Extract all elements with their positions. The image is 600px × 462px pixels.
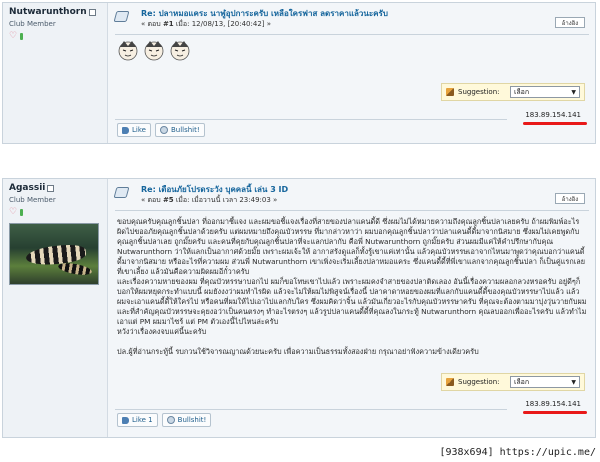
post-number[interactable]: #1 bbox=[163, 20, 174, 28]
emoticon-face-icon bbox=[118, 41, 138, 61]
username[interactable]: Agassii bbox=[9, 183, 101, 193]
post-1: Nutwarunthorn Club Member ♡ Re: ปลาหมอแค… bbox=[2, 2, 596, 144]
heart-icon: ♡ bbox=[9, 31, 18, 41]
ip-address: 183.89.154.141 bbox=[525, 400, 581, 408]
post-content: Re: ปลาหมอแคระ นาฬูอุปการะครับ เหลือใครฟ… bbox=[109, 3, 595, 143]
emoticon-row bbox=[117, 39, 191, 61]
post-date: เมื่อวานนี้ เวลา 23:49:03 bbox=[191, 196, 271, 204]
chevron-down-icon: ▼ bbox=[571, 88, 576, 96]
divider bbox=[115, 34, 589, 35]
chevron-down-icon: ▼ bbox=[571, 378, 576, 386]
divider bbox=[115, 210, 589, 211]
online-status-icon bbox=[47, 184, 55, 192]
bullshit-button[interactable]: Bullshit! bbox=[154, 123, 205, 137]
ip-underline bbox=[523, 122, 587, 125]
post-number[interactable]: #5 bbox=[163, 196, 174, 204]
divider bbox=[115, 119, 507, 120]
pencil-icon bbox=[446, 378, 454, 386]
avatar[interactable] bbox=[9, 223, 99, 285]
like-button[interactable]: Like 1 bbox=[117, 413, 158, 427]
thumbs-up-icon bbox=[122, 416, 129, 424]
emoticon-face-icon bbox=[170, 41, 190, 61]
user-icons: ♡ bbox=[9, 32, 101, 41]
user-title: Club Member bbox=[9, 20, 56, 28]
bullshit-icon bbox=[166, 416, 175, 424]
post-actions: Like Bullshit! bbox=[117, 123, 205, 137]
reputation-icon bbox=[20, 33, 24, 40]
pencil-icon bbox=[446, 88, 454, 96]
image-footer: [938x694] https://upic.me/ bbox=[439, 446, 596, 458]
post-meta: « ตอบ #1 เมื่อ: 12/08/13, [20:40:42] » bbox=[141, 20, 272, 28]
user-icons: ♡ bbox=[9, 208, 101, 217]
post-icon bbox=[113, 187, 130, 198]
reputation-icon bbox=[20, 209, 24, 216]
post-header: Re: เตือนภัยโปรดระวัง บุคคลนี้ เล่น 3 ID… bbox=[113, 183, 589, 209]
post-2: Agassii Club Member ♡ Re: เตือนภัยโปรดระ… bbox=[2, 178, 596, 438]
post-body: ขอบคุณครับคุณลูกชิ้นปลา ที่ออกมาชี้แจง แ… bbox=[117, 217, 587, 356]
fish-image bbox=[57, 261, 93, 277]
bullshit-icon bbox=[159, 126, 168, 134]
post-header: Re: ปลาหมอแคระ นาฬูอุปการะครับ เหลือใครฟ… bbox=[113, 7, 589, 33]
ip-address: 183.89.154.141 bbox=[525, 111, 581, 119]
suggestion-box: Suggestion: เลือก ▼ bbox=[441, 83, 585, 101]
suggestion-box: Suggestion: เลือก ▼ bbox=[441, 373, 585, 391]
quote-button[interactable]: อ้างอิง bbox=[555, 193, 585, 204]
suggestion-select[interactable]: เลือก ▼ bbox=[510, 86, 580, 98]
post-content: Re: เตือนภัยโปรดระวัง บุคคลนี้ เล่น 3 ID… bbox=[109, 179, 595, 437]
username[interactable]: Nutwarunthorn bbox=[9, 7, 101, 17]
bullshit-button[interactable]: Bullshit! bbox=[161, 413, 212, 427]
quote-button[interactable]: อ้างอิง bbox=[555, 17, 585, 28]
online-status-icon bbox=[88, 8, 96, 16]
post-meta: « ตอบ #5 เมื่อ: เมื่อวานนี้ เวลา 23:49:0… bbox=[141, 196, 278, 204]
user-pane: Nutwarunthorn Club Member ♡ bbox=[3, 3, 108, 143]
ip-underline bbox=[523, 411, 587, 414]
heart-icon: ♡ bbox=[9, 207, 18, 217]
emoticon-face-icon bbox=[144, 41, 164, 61]
divider bbox=[115, 409, 507, 410]
user-title: Club Member bbox=[9, 196, 56, 204]
suggestion-label: Suggestion: bbox=[458, 88, 500, 96]
user-pane: Agassii Club Member ♡ bbox=[3, 179, 108, 437]
post-actions: Like 1 Bullshit! bbox=[117, 413, 212, 427]
suggestion-label: Suggestion: bbox=[458, 378, 500, 386]
like-button[interactable]: Like bbox=[117, 123, 151, 137]
post-date: 12/08/13, [20:40:42] bbox=[191, 20, 265, 28]
post-icon bbox=[113, 11, 130, 22]
thumbs-up-icon bbox=[122, 126, 129, 134]
suggestion-select[interactable]: เลือก ▼ bbox=[510, 376, 580, 388]
